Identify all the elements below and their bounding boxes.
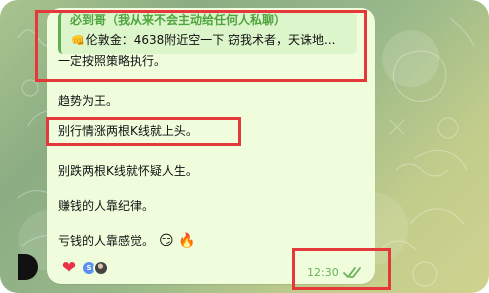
fist-bump-icon: 👊 (71, 34, 85, 47)
message-line-2: 趋势为王。 (58, 94, 119, 108)
message-line-1: 一定按照策略执行。 (58, 54, 167, 68)
message-line-3: 别行情涨两根K线就上头。 (58, 124, 198, 138)
reaction-avatars[interactable]: S (81, 260, 109, 276)
double-check-icon (343, 267, 361, 278)
reply-snippet: 👊伦敦金：4638附近空一下 窃我术者，天诛地... (71, 31, 353, 49)
heart-icon[interactable]: ❤ (60, 258, 78, 278)
smirk-fire-emojis: 😏 🔥 (159, 233, 196, 249)
message-line-6: 亏钱的人靠感觉。 😏 🔥 (58, 232, 196, 250)
reaction-bar[interactable]: ❤ S (60, 256, 109, 280)
message-line-6-text: 亏钱的人靠感觉。 (58, 234, 155, 248)
message-time: 12:30 (307, 266, 339, 279)
message-line-4: 别跌两根K线就怀疑人生。 (58, 164, 198, 178)
avatar[interactable] (93, 260, 109, 276)
left-avatar-edge (18, 254, 38, 280)
chat-screenshot: 必到哥（我从来不会主动给任何人私聊） 👊伦敦金：4638附近空一下 窃我术者，天… (0, 0, 489, 293)
reply-snippet-text: 伦敦金：4638附近空一下 窃我术者，天诛地... (85, 33, 336, 47)
message-line-5: 赚钱的人靠纪律。 (58, 199, 155, 213)
reply-author-title: 必到哥（我从来不会主动给任何人私聊） (70, 13, 287, 27)
